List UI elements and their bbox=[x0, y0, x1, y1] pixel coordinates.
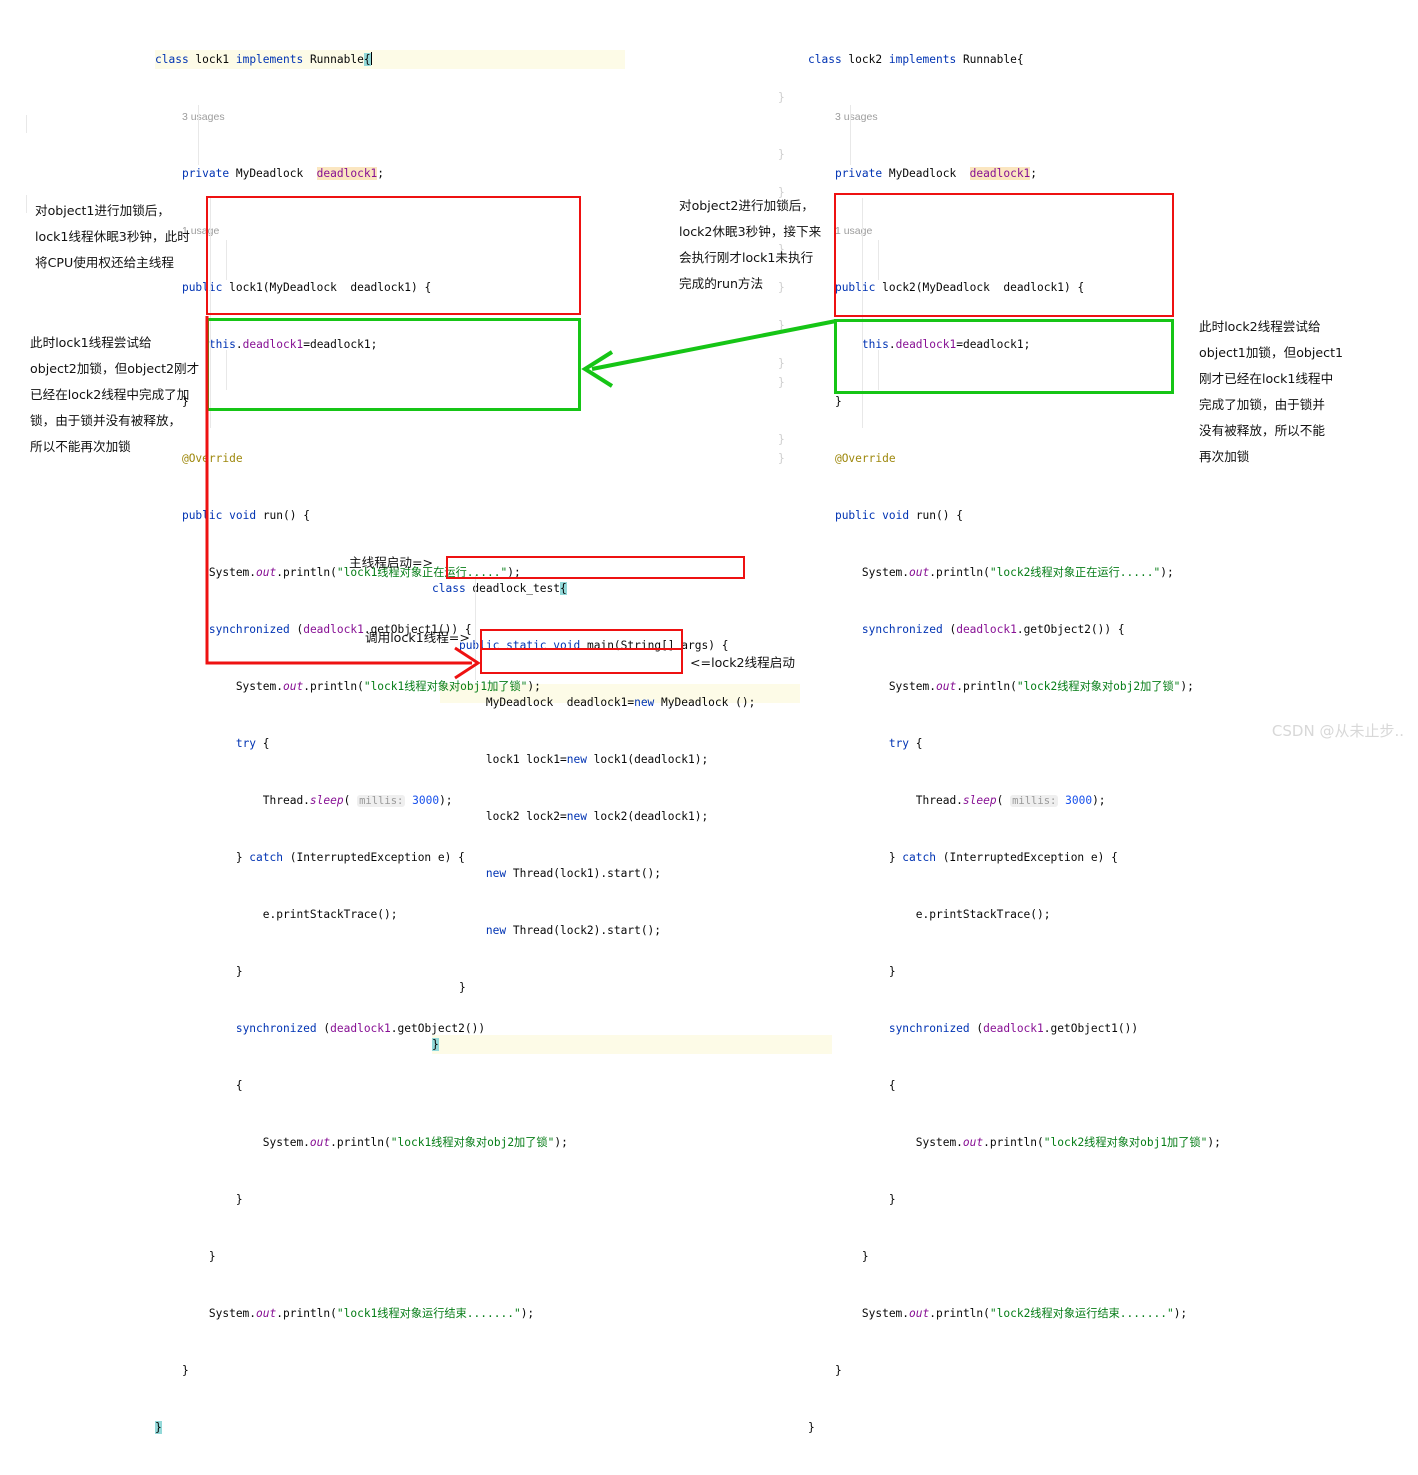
annotation-line: lock2休眠3秒钟，接下来 bbox=[679, 224, 822, 239]
lock1-sync-obj2-highlight-box bbox=[206, 318, 581, 411]
main-method-highlight-box bbox=[446, 556, 745, 579]
code-line: e.printStackTrace(); bbox=[808, 908, 1051, 921]
code-line: new Thread(lock2).start(); bbox=[485, 924, 662, 937]
code-line: public void run() { bbox=[181, 509, 310, 522]
code-line: System.out.println("lock2线程对象对obj2加了锁"); bbox=[808, 680, 1194, 693]
annotation-line: 已经在lock2线程中完成了加 bbox=[30, 387, 190, 402]
thread-lock1-start-highlight-box bbox=[480, 629, 683, 650]
code-line: } bbox=[808, 1250, 869, 1263]
code-line: System.out.println("lock2线程对象运行结束.......… bbox=[808, 1307, 1188, 1320]
code-line: } bbox=[808, 965, 896, 978]
annotation-line: 对object1进行加锁后， bbox=[35, 203, 170, 218]
code-usage-hint: 3 usages bbox=[834, 111, 878, 123]
lock2-sync-obj1-highlight-box bbox=[834, 319, 1174, 394]
code-line: } bbox=[155, 1364, 189, 1377]
code-line: synchronized (deadlock1.getObject1()) bbox=[888, 1022, 1139, 1035]
annotation-line: lock1线程休眠3秒钟，此时 bbox=[35, 229, 190, 244]
annotation-line: 此时lock2线程尝试给 bbox=[1199, 319, 1321, 334]
annotation-line: 会执行刚才lock1未执行 bbox=[679, 250, 814, 265]
annotation-line: 没有被释放，所以不能 bbox=[1199, 423, 1325, 438]
code-line: lock2 lock2=new lock2(deadlock1); bbox=[432, 810, 709, 823]
code-line: synchronized (deadlock1.getObject2()) { bbox=[861, 623, 1125, 636]
code-line: MyDeadlock deadlock1=new MyDeadlock (); bbox=[432, 696, 756, 709]
fold-marker bbox=[26, 115, 27, 133]
fold-gutter-right-2: } } } } } } bbox=[778, 281, 785, 465]
indent-guide bbox=[198, 105, 199, 165]
annotation-line: 完成的run方法 bbox=[679, 276, 764, 291]
indent-guide bbox=[475, 575, 476, 680]
diagram-canvas: class lock1 implements Runnable{ 3 usage… bbox=[0, 0, 1418, 1434]
code-line: } bbox=[808, 1364, 842, 1377]
code-line: Thread.sleep( millis: 3000); bbox=[808, 794, 1106, 807]
code-line: } bbox=[155, 1193, 243, 1206]
code-line: { bbox=[808, 1079, 896, 1092]
deadlock-test-class-code: class deadlock_test{ public static void … bbox=[432, 541, 832, 1092]
code-line: lock1 lock1=new lock1(deadlock1); bbox=[432, 753, 709, 766]
lock2-sync-obj2-highlight-box bbox=[834, 193, 1174, 317]
code-usage-hint: 3 usages bbox=[181, 111, 225, 123]
annotation-right-bottom: 此时lock2线程尝试给 object1加锁，但object1 刚才已经在lock1… bbox=[1199, 314, 1343, 470]
lock1-sync-obj1-highlight-box bbox=[206, 196, 581, 315]
annotation-line: 锁，由于锁并没有被释放， bbox=[30, 413, 182, 428]
code-line: private MyDeadlock deadlock1; bbox=[834, 167, 1038, 180]
thread-lock2-start-highlight-box bbox=[480, 648, 683, 674]
annotation-line: 对object2进行加锁后， bbox=[679, 198, 814, 213]
annotation-lock2-start: <=lock2线程启动 bbox=[690, 655, 795, 670]
code-line: System.out.println("lock2线程对象正在运行.....")… bbox=[808, 566, 1174, 579]
code-line: class lock1 implements Runnable{ bbox=[155, 50, 625, 69]
annotation-line: 所以不能再次加锁 bbox=[30, 439, 131, 454]
annotation-mid-top: 对object2进行加锁后， lock2休眠3秒钟，接下来 会执行刚才lock1未执… bbox=[679, 193, 821, 297]
annotation-call-lock1: 调用lock1线程=> bbox=[365, 630, 470, 645]
code-line: } catch (InterruptedException e) { bbox=[808, 851, 1118, 864]
code-line: private MyDeadlock deadlock1; bbox=[181, 167, 385, 180]
annotation-line: 将CPU使用权还给主线程 bbox=[35, 255, 174, 270]
annotation-line: 此时lock1线程尝试给 bbox=[30, 335, 152, 350]
code-line: System.out.println("lock1线程对象运行结束.......… bbox=[155, 1307, 535, 1320]
code-line: try { bbox=[888, 737, 923, 750]
annotation-line: object2加锁，但object2刚才 bbox=[30, 361, 200, 376]
code-line: } bbox=[155, 1421, 162, 1434]
annotation-line: 刚才已经在lock1线程中 bbox=[1199, 371, 1334, 386]
fold-marker bbox=[26, 195, 27, 213]
annotation-line: object1加锁，但object1 bbox=[1199, 345, 1344, 360]
indent-guide bbox=[850, 105, 851, 165]
code-line: } bbox=[155, 1250, 216, 1263]
annotation-main-start: 主线程启动=> bbox=[349, 555, 434, 570]
code-line: class lock2 implements Runnable{ bbox=[808, 53, 1024, 66]
code-line: @Override bbox=[181, 452, 243, 465]
code-line: } bbox=[432, 1035, 832, 1054]
code-line: System.out.println("lock1线程对象对obj2加了锁"); bbox=[155, 1136, 568, 1149]
code-line: System.out.println("lock2线程对象对obj1加了锁"); bbox=[808, 1136, 1221, 1149]
annotation-line: 完成了加锁，由于锁并 bbox=[1199, 397, 1325, 412]
code-line: } bbox=[808, 1193, 896, 1206]
annotation-left-top: 对object1进行加锁后， lock1线程休眠3秒钟，此时 将CPU使用权还给主线… bbox=[35, 198, 190, 276]
code-line: } bbox=[432, 981, 466, 994]
code-line: } bbox=[808, 1421, 815, 1434]
annotation-line: 再次加锁 bbox=[1199, 449, 1250, 464]
annotation-left-bottom: 此时lock1线程尝试给 object2加锁，但object2刚才 已经在lock2… bbox=[30, 330, 199, 460]
code-line: new Thread(lock1).start(); bbox=[485, 867, 662, 880]
code-line: class deadlock_test{ bbox=[432, 582, 567, 595]
code-line: public void run() { bbox=[834, 509, 963, 522]
csdn-watermark: CSDN @从未止步.. bbox=[1271, 722, 1404, 740]
